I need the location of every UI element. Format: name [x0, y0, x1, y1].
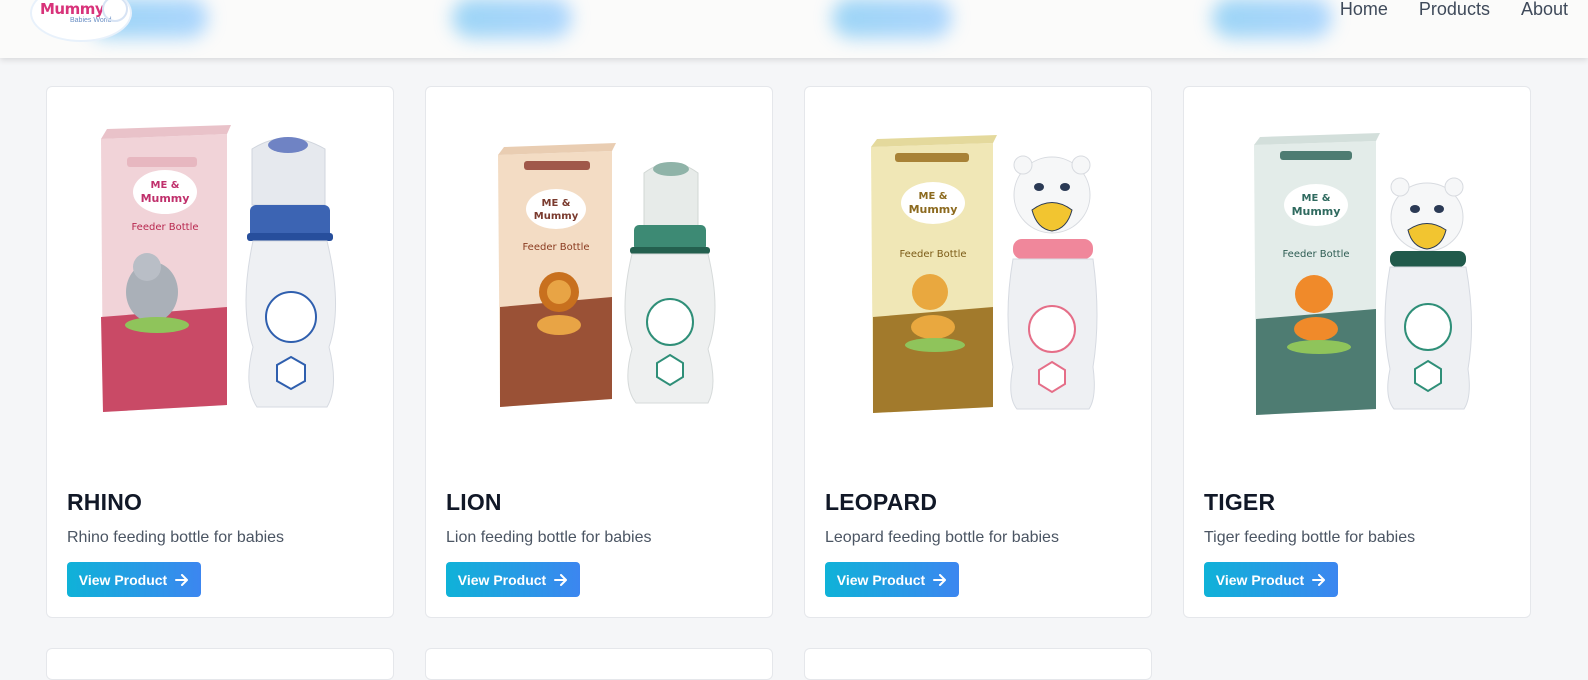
product-description: Leopard feeding bottle for babies — [825, 529, 1059, 546]
svg-text:Feeder Bottle: Feeder Bottle — [522, 242, 589, 253]
main-nav: Home Products About — [1340, 0, 1588, 22]
product-card-partial — [425, 648, 773, 680]
product-card-partial — [804, 648, 1152, 680]
product-image-tiger[interactable]: ME & Mummy Feeder Bottle — [1184, 87, 1530, 477]
arrow-right-icon — [175, 573, 189, 586]
svg-text:ME &: ME & — [919, 191, 948, 202]
button-label: View Product — [457, 571, 547, 588]
header-decor-blob — [1212, 0, 1332, 38]
svg-text:Mummy: Mummy — [909, 203, 958, 216]
product-title: RHINO — [67, 489, 143, 515]
button-label: View Product — [1215, 571, 1305, 588]
view-product-button[interactable]: View Product — [67, 562, 201, 597]
product-card: ME & Mummy Feeder Bottle TIGER Tiger fee… — [1183, 86, 1531, 618]
product-card: ME & Mummy Feeder Bottle LION Lion feedi… — [425, 86, 773, 618]
product-description: Tiger feeding bottle for babies — [1204, 529, 1416, 546]
button-label: View Product — [836, 571, 926, 588]
view-product-button[interactable]: View Product — [446, 562, 580, 597]
svg-text:Feeder Bottle: Feeder Bottle — [899, 249, 966, 260]
logo-wordmark: Mummy — [40, 0, 105, 18]
svg-text:ME &: ME & — [542, 198, 571, 209]
logo-swirl-icon — [102, 0, 128, 22]
product-image-leopard[interactable]: ME & Mummy Feeder Bottle — [805, 87, 1151, 477]
svg-text:Mummy: Mummy — [534, 211, 579, 222]
svg-text:Feeder Bottle: Feeder Bottle — [131, 222, 198, 233]
svg-text:Feeder Bottle: Feeder Bottle — [1282, 249, 1349, 260]
product-card: ME & Mummy Feeder Bottle RHINO Rhino fee… — [46, 86, 394, 618]
site-header: Mummy Babies World Home Products About — [0, 0, 1588, 58]
svg-text:ME &: ME & — [151, 180, 180, 191]
svg-text:Mummy: Mummy — [141, 192, 190, 205]
product-title: TIGER — [1204, 489, 1276, 515]
product-grid: ME & Mummy Feeder Bottle RHINO Rhino fee… — [0, 0, 1588, 680]
arrow-right-icon — [1312, 573, 1326, 586]
header-decor-blob — [452, 0, 572, 38]
svg-text:Mummy: Mummy — [1292, 205, 1341, 218]
product-card-partial — [46, 648, 394, 680]
arrow-right-icon — [554, 573, 568, 586]
product-description: Lion feeding bottle for babies — [446, 529, 652, 546]
product-card: ME & Mummy Feeder Bottle LEOPARD Leopard… — [804, 86, 1152, 618]
nav-products-link[interactable]: Products — [1419, 0, 1490, 21]
view-product-button[interactable]: View Product — [1204, 562, 1338, 597]
product-image-lion[interactable]: ME & Mummy Feeder Bottle — [426, 87, 772, 477]
product-title: LION — [446, 489, 502, 515]
view-product-button[interactable]: View Product — [825, 562, 959, 597]
arrow-right-icon — [933, 573, 947, 586]
header-decor-blob — [832, 0, 952, 38]
product-image-rhino[interactable]: ME & Mummy Feeder Bottle — [47, 87, 393, 477]
button-label: View Product — [78, 571, 168, 588]
product-description: Rhino feeding bottle for babies — [67, 529, 285, 546]
svg-text:ME &: ME & — [1302, 193, 1331, 204]
product-title: LEOPARD — [825, 489, 938, 515]
nav-about-link[interactable]: About — [1521, 0, 1568, 21]
nav-home-link[interactable]: Home — [1340, 0, 1388, 21]
